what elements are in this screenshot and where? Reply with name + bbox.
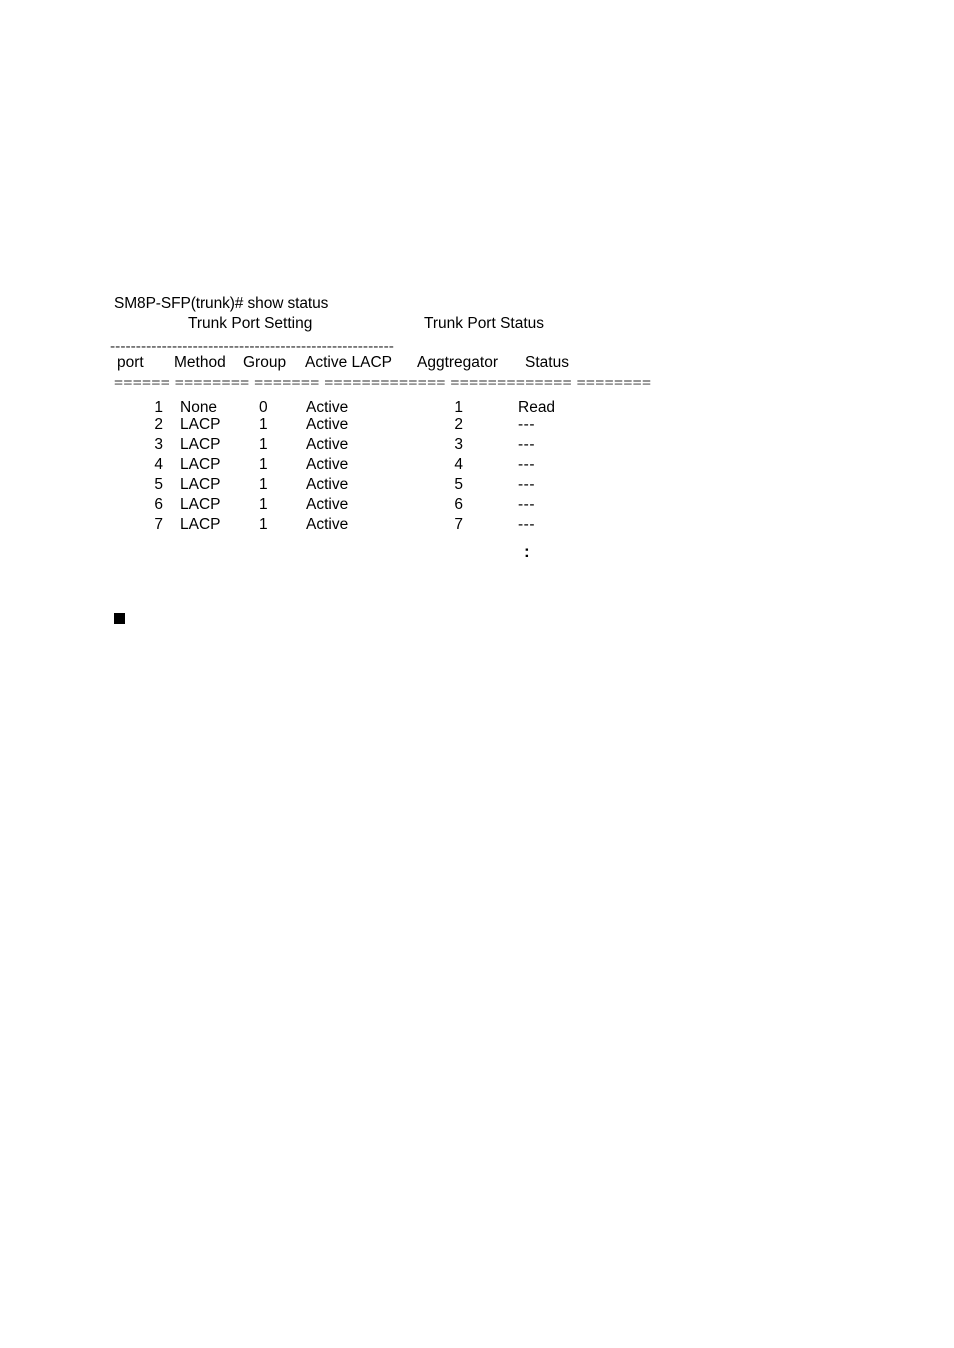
cell-port: 3 bbox=[154, 436, 163, 453]
cell-status: Read bbox=[518, 399, 556, 416]
table-row: 7 LACP 1 Active 7 --- bbox=[114, 516, 814, 536]
cell-active-lacp: Active bbox=[306, 456, 349, 473]
cell-method: LACP bbox=[180, 456, 221, 473]
cell-aggregator: 4 bbox=[454, 456, 463, 473]
cell-method: None bbox=[180, 399, 218, 416]
cell-aggregator: 5 bbox=[454, 476, 463, 493]
cell-group: 0 bbox=[259, 399, 268, 416]
cell-active-lacp: Active bbox=[306, 496, 349, 513]
cell-aggregator: 7 bbox=[454, 516, 463, 533]
cell-method: LACP bbox=[180, 516, 221, 533]
cell-group: 1 bbox=[259, 416, 268, 433]
section-title-trunk-port-setting: Trunk Port Setting bbox=[188, 315, 313, 332]
cell-method: LACP bbox=[180, 496, 221, 513]
column-header-port: port bbox=[117, 354, 144, 371]
section-titles-row: Trunk Port Setting Trunk Port Status bbox=[114, 315, 814, 335]
cell-aggregator: 1 bbox=[454, 399, 463, 416]
column-header-aggregator: Aggtregator bbox=[417, 354, 498, 371]
cell-group: 1 bbox=[259, 436, 268, 453]
document-page: SM8P-SFP(trunk)# show status Trunk Port … bbox=[0, 0, 954, 1348]
continuation-marker: : bbox=[524, 542, 530, 561]
cell-group: 1 bbox=[259, 516, 268, 533]
cell-port: 1 bbox=[154, 399, 163, 416]
square-bullet-marker bbox=[114, 613, 125, 624]
cell-status: --- bbox=[518, 436, 535, 453]
cell-port: 2 bbox=[154, 416, 163, 433]
table-header-row: port Method Group Active LACP Aggtregato… bbox=[114, 354, 814, 376]
cell-group: 1 bbox=[259, 496, 268, 513]
cell-status: --- bbox=[518, 516, 535, 533]
cell-status: --- bbox=[518, 496, 535, 513]
cell-active-lacp: Active bbox=[306, 436, 349, 453]
column-header-group: Group bbox=[243, 354, 287, 371]
cell-port: 6 bbox=[154, 496, 163, 513]
equals-separator-rule: ====== ======== ======= ============= ==… bbox=[114, 375, 652, 390]
section-title-trunk-port-status: Trunk Port Status bbox=[424, 315, 545, 332]
cell-active-lacp: Active bbox=[306, 476, 349, 493]
cell-method: LACP bbox=[180, 476, 221, 493]
cell-aggregator: 2 bbox=[454, 416, 463, 433]
cell-method: LACP bbox=[180, 436, 221, 453]
table-row: 1 None 0 Active 1 Read bbox=[114, 399, 814, 416]
table-row: 2 LACP 1 Active 2 --- bbox=[114, 416, 814, 436]
cell-group: 1 bbox=[259, 476, 268, 493]
cell-status: --- bbox=[518, 416, 535, 433]
cell-aggregator: 6 bbox=[454, 496, 463, 513]
column-header-method: Method bbox=[174, 354, 226, 371]
table-row: 6 LACP 1 Active 6 --- bbox=[114, 496, 814, 516]
cell-active-lacp: Active bbox=[306, 516, 349, 533]
cell-port: 4 bbox=[154, 456, 163, 473]
cell-port: 7 bbox=[154, 516, 163, 533]
cell-active-lacp: Active bbox=[306, 416, 349, 433]
table-body: 1 None 0 Active 1 Read 2 LACP 1 Active 2… bbox=[114, 399, 814, 536]
cell-status: --- bbox=[518, 456, 535, 473]
column-header-status: Status bbox=[525, 354, 569, 371]
cell-port: 5 bbox=[154, 476, 163, 493]
cell-method: LACP bbox=[180, 416, 221, 433]
table-row: 5 LACP 1 Active 5 --- bbox=[114, 476, 814, 496]
cell-status: --- bbox=[518, 476, 535, 493]
cell-aggregator: 3 bbox=[454, 436, 463, 453]
table-row: 4 LACP 1 Active 4 --- bbox=[114, 456, 814, 476]
cell-active-lacp: Active bbox=[306, 399, 349, 416]
column-header-active-lacp: Active LACP bbox=[305, 354, 393, 371]
cell-group: 1 bbox=[259, 456, 268, 473]
table-row: 3 LACP 1 Active 3 --- bbox=[114, 436, 814, 456]
cli-prompt-line: SM8P-SFP(trunk)# show status bbox=[114, 295, 329, 312]
